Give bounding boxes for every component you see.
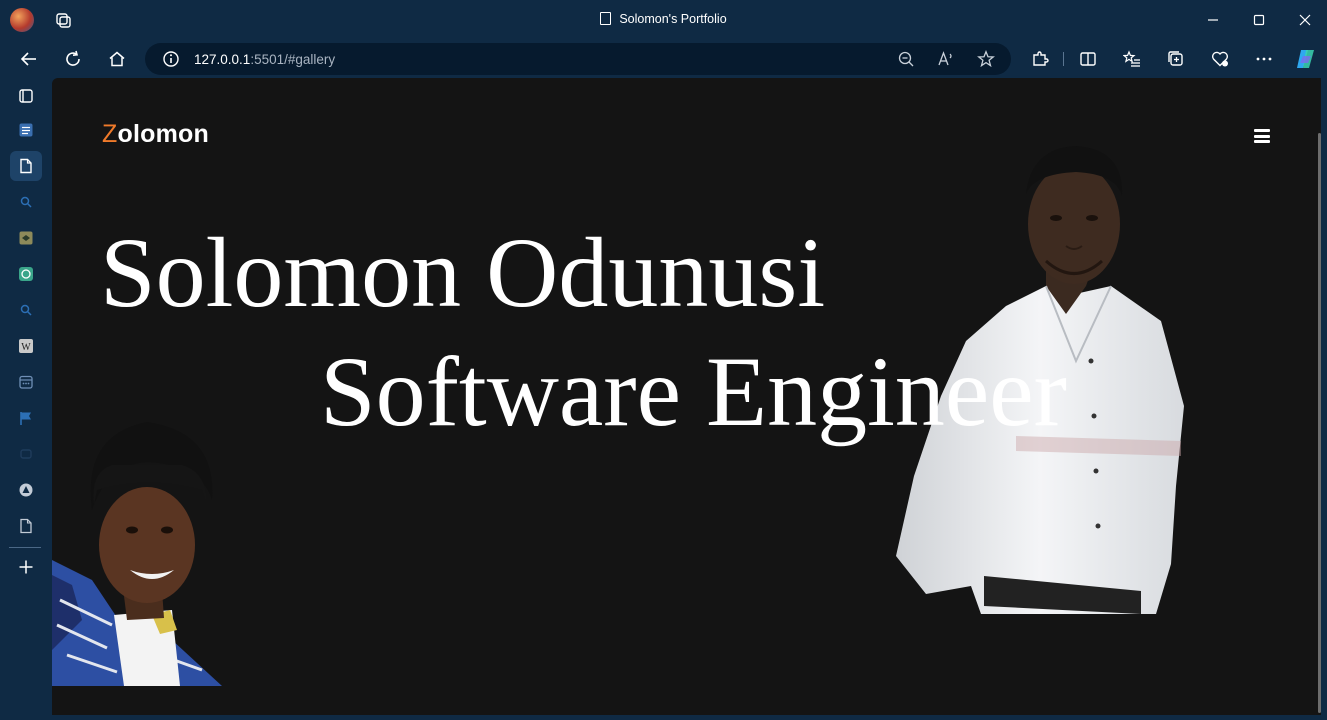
collections-button[interactable] bbox=[1162, 45, 1190, 73]
settings-more-button[interactable] bbox=[1250, 45, 1278, 73]
tab-actions-icon bbox=[19, 89, 33, 103]
sidebar-item-flag[interactable] bbox=[10, 403, 42, 433]
title-bar: Solomon's Portfolio bbox=[0, 0, 1327, 40]
sidebar-item-search[interactable] bbox=[10, 187, 42, 217]
chatgpt-icon bbox=[19, 267, 33, 281]
home-button[interactable] bbox=[103, 45, 131, 73]
sidebar-item-app-2[interactable] bbox=[10, 439, 42, 469]
svg-text:W: W bbox=[21, 342, 31, 353]
wikipedia-icon: W bbox=[19, 339, 33, 353]
hero-role: Software Engineer bbox=[320, 336, 1067, 447]
portrait-photo-left bbox=[52, 422, 222, 686]
site-info-icon[interactable] bbox=[162, 50, 180, 68]
reading-list-icon bbox=[19, 123, 33, 137]
flag-icon bbox=[20, 412, 31, 425]
sidebar-item-calendar[interactable] bbox=[10, 367, 42, 397]
browser-sidebar: W bbox=[0, 78, 52, 720]
zoom-out-icon[interactable] bbox=[897, 50, 915, 68]
more-dots-icon bbox=[1256, 57, 1272, 61]
window-title-text: Solomon's Portfolio bbox=[619, 12, 727, 26]
app-icon bbox=[20, 449, 32, 459]
page-icon bbox=[600, 12, 612, 25]
drive-icon bbox=[19, 483, 33, 497]
menu-line bbox=[1254, 129, 1270, 132]
sidebar-item-tabs[interactable] bbox=[10, 81, 42, 111]
copilot-icon bbox=[1297, 50, 1314, 68]
window-title: Solomon's Portfolio bbox=[0, 12, 1327, 26]
url-host: 127.0.0.1 bbox=[194, 52, 251, 67]
split-screen-icon bbox=[1080, 52, 1096, 66]
search-icon bbox=[20, 304, 32, 316]
document-icon bbox=[20, 158, 32, 174]
puzzle-icon bbox=[1033, 51, 1049, 66]
copilot-button[interactable] bbox=[1292, 45, 1320, 73]
back-button[interactable] bbox=[15, 45, 43, 73]
extensions-button[interactable] bbox=[1026, 45, 1054, 73]
sidebar-item-file[interactable] bbox=[10, 511, 42, 541]
logo-text: olomon bbox=[117, 120, 209, 148]
minimize-button[interactable] bbox=[1190, 6, 1236, 34]
browser-essentials-button[interactable] bbox=[1206, 45, 1234, 73]
sidebar-item-document[interactable] bbox=[10, 151, 42, 181]
refresh-icon bbox=[66, 50, 80, 66]
logo-initial: Z bbox=[102, 120, 118, 148]
page-scrollbar[interactable] bbox=[1318, 133, 1321, 713]
home-icon bbox=[109, 51, 125, 67]
sidebar-item-search-2[interactable] bbox=[10, 295, 42, 325]
url-path: :5501/#gallery bbox=[250, 52, 336, 67]
hamburger-menu-button[interactable] bbox=[1254, 129, 1270, 143]
close-icon bbox=[1299, 14, 1311, 26]
favorites-list-icon bbox=[1123, 50, 1140, 67]
read-aloud-icon[interactable] bbox=[937, 50, 955, 68]
sidebar-item-reading[interactable] bbox=[10, 115, 42, 145]
address-bar[interactable]: 127.0.0.1:5501/#gallery bbox=[145, 43, 1011, 75]
sidebar-item-wikipedia[interactable]: W bbox=[10, 331, 42, 361]
calendar-icon bbox=[19, 375, 33, 389]
split-screen-button[interactable] bbox=[1074, 45, 1102, 73]
collections-icon bbox=[1168, 51, 1183, 66]
close-button[interactable] bbox=[1282, 6, 1327, 34]
add-icon bbox=[19, 560, 33, 574]
maximize-button[interactable] bbox=[1236, 6, 1282, 34]
file-icon bbox=[20, 518, 32, 534]
maximize-icon bbox=[1253, 14, 1265, 26]
toolbar-divider bbox=[1063, 52, 1064, 66]
refresh-button[interactable] bbox=[59, 45, 87, 73]
menu-line bbox=[1254, 140, 1270, 143]
favorite-star-icon[interactable] bbox=[977, 50, 995, 68]
browser-toolbar: 127.0.0.1:5501/#gallery bbox=[0, 40, 1327, 78]
page-viewport: Zolomon Solomon Odunusi Software Enginee… bbox=[52, 78, 1321, 715]
menu-line bbox=[1254, 134, 1270, 138]
sidebar-item-chatgpt[interactable] bbox=[10, 259, 42, 289]
app-icon bbox=[19, 231, 33, 245]
hero-name: Solomon Odunusi bbox=[100, 217, 826, 328]
sidebar-add-button[interactable] bbox=[10, 552, 42, 582]
minimize-icon bbox=[1208, 19, 1218, 21]
back-arrow-icon bbox=[20, 52, 36, 66]
sidebar-item-app[interactable] bbox=[10, 223, 42, 253]
favorites-button[interactable] bbox=[1118, 45, 1146, 73]
search-icon bbox=[20, 196, 32, 208]
sidebar-item-drive[interactable] bbox=[10, 475, 42, 505]
heart-pulse-icon bbox=[1211, 51, 1229, 67]
sidebar-divider bbox=[9, 547, 41, 548]
site-logo[interactable]: Zolomon bbox=[102, 120, 209, 149]
url-text: 127.0.0.1:5501/#gallery bbox=[194, 52, 335, 67]
